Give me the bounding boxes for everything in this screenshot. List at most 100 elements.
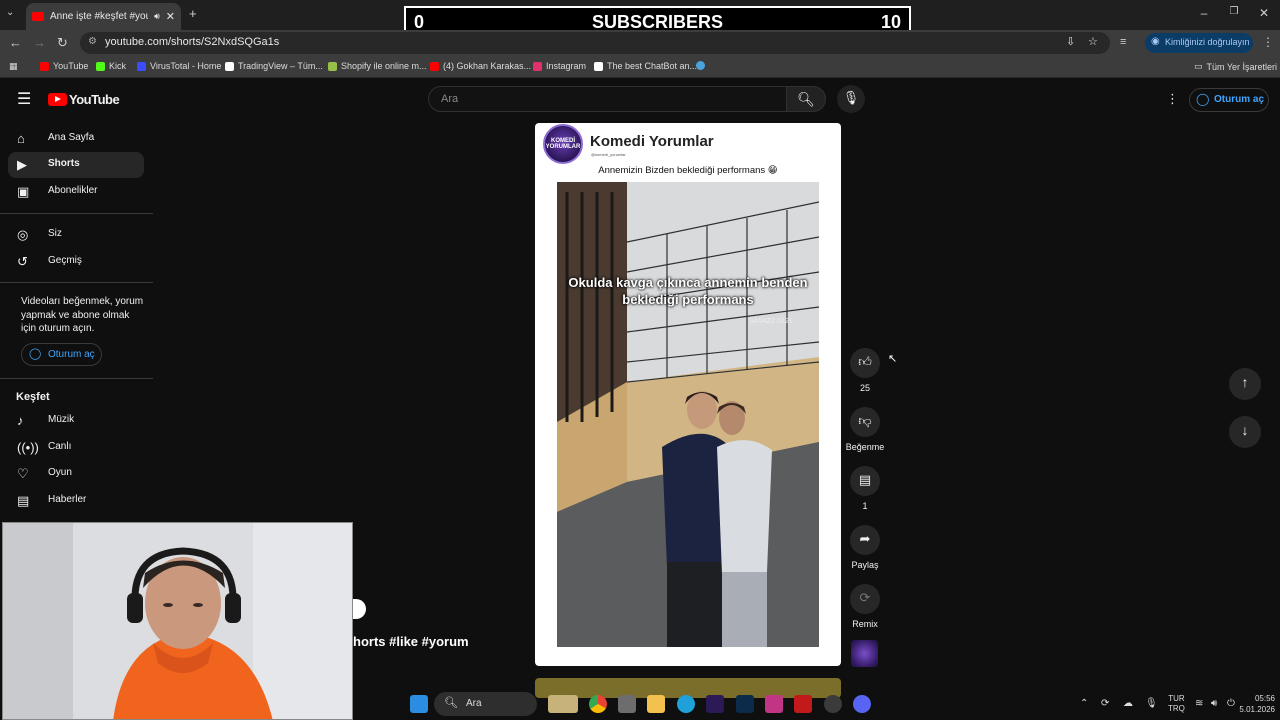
sidebar-item-label: Shorts [48,158,80,169]
remix-button[interactable]: ⟳ Remix [848,584,882,629]
new-tab-icon[interactable]: + [189,6,197,21]
active-tab[interactable]: Anne işte #keşfet #youtube 🔊︎ ✕ [26,3,181,30]
sidebar-item-news[interactable]: ▤ Haberler [8,488,144,514]
bookmark-gokhan[interactable]: (4) Gokhan Karakas... [430,61,531,71]
sidebar-item-gaming[interactable]: ♡ Oyun [8,461,144,487]
youtube-logo[interactable]: YouTube [48,92,120,107]
onedrive-icon[interactable]: ☁ [1123,698,1133,709]
header-signin-button[interactable]: ◯ Oturum aç [1189,88,1269,112]
sidebar-item-subscriptions[interactable]: ▣ Abonelikler [8,179,144,205]
bookmark-kick[interactable]: Kick [96,61,126,71]
settings-menu-icon[interactable]: ⋮ [1166,91,1179,107]
reload-icon[interactable]: ↻ [57,35,68,51]
bookmark-chatbot[interactable]: The best ChatBot an... [594,61,697,71]
clock[interactable]: 05:56 5.01.2026 [1230,693,1275,715]
netflix-icon[interactable] [794,695,812,713]
sidebar-item-music[interactable]: ♪ Müzik [8,408,144,434]
search-input[interactable]: Ara [428,86,787,112]
bookmark-star-icon[interactable]: ☆ [1088,35,1098,48]
bookmark-shopify[interactable]: Shopify ile online m... [328,61,427,71]
chrome-menu-icon[interactable]: ⋮ [1262,35,1274,49]
speaker-icon[interactable]: 🔊︎ [154,11,160,22]
tab-search-icon[interactable]: ⌄ [6,7,14,18]
clock-date: 5.01.2026 [1239,705,1275,714]
sidebar-item-shorts[interactable]: ▶ Shorts [8,152,144,178]
all-bookmarks[interactable]: ▭ Tüm Yer İşaretleri [1194,61,1277,72]
taskbar-search[interactable]: 🔍︎ Ara [434,692,537,716]
store-icon[interactable] [618,695,636,713]
bookmark-youtube[interactable]: YouTube [40,61,88,71]
taskbar-search-label: Ara [466,698,482,709]
tray-chevron-icon[interactable]: ⌃ [1080,698,1088,709]
comment-icon: ▤ [850,466,880,496]
close-tab-icon[interactable]: ✕ [166,10,175,23]
volume-icon[interactable]: 🔊︎ [1211,698,1217,709]
youtube-logo-text: YouTube [69,92,120,107]
install-icon[interactable]: ⇩ [1066,35,1075,48]
bookmark-label: Shopify ile online m... [341,61,427,71]
bookmark-globe[interactable] [696,61,709,70]
photoshop-icon[interactable] [736,695,754,713]
mic-tray-icon[interactable]: 🎙︎ [1145,698,1158,709]
search-button[interactable]: 🔍︎ [786,86,826,112]
globe-icon [696,61,705,70]
forward-icon[interactable]: → [33,35,46,50]
tab-title: Anne işte #keşfet #youtube [50,11,148,22]
discord-icon[interactable] [853,695,871,713]
hamburger-menu-icon[interactable]: ☰ [17,89,31,109]
tray-app-icon[interactable]: ⟳ [1101,698,1109,709]
bookmark-label: Kick [109,61,127,71]
channel-name[interactable]: Komedi Yorumlar [590,133,714,150]
voice-search-button[interactable]: 🎙︎ [837,85,865,113]
share-icon: ➦ [850,525,880,555]
back-icon[interactable]: ← [9,35,22,50]
sidebar-signin-button[interactable]: ◯ Oturum aç [21,343,102,366]
previous-short-button[interactable]: ↑ [1229,368,1261,400]
bookmark-virustotal[interactable]: VirusTotal - Home [137,61,221,71]
bookmark-instagram[interactable]: Instagram [533,61,586,71]
dislike-button[interactable]: 👎︎ Beğenme [845,407,885,452]
like-button[interactable]: 👍︎ 25 [848,348,882,393]
arrow-up-icon: ↑ [1241,374,1249,390]
bookmarks-bar: ▦ YouTube Kick VirusTotal - Home Trading… [0,56,1280,78]
apps-grid-icon[interactable]: ▦ [9,61,18,72]
explore-heading: Keşfet [16,391,50,403]
lang-bottom: TRQ [1168,704,1185,713]
close-window-icon[interactable]: ✕ [1249,6,1279,20]
sidebar-item-home[interactable]: ⌂ Ana Sayfa [8,126,144,152]
chrome-icon[interactable] [589,695,607,713]
like-count: 25 [859,383,870,393]
kick-icon [96,61,105,71]
windows-start-icon[interactable] [410,695,428,713]
channel-thumbnail-icon[interactable] [851,640,878,667]
wifi-icon[interactable]: ≋ [1195,698,1203,709]
file-explorer-icon[interactable] [647,695,665,713]
verify-identity-button[interactable]: ◉ Kimliğinizi doğrulayın [1145,33,1253,53]
comments-button[interactable]: ▤ 1 [848,466,882,511]
edge-icon[interactable] [677,695,695,713]
instagram-app-icon[interactable] [765,695,783,713]
input-language[interactable]: TUR TRQ [1168,694,1185,714]
sidebar-item-history[interactable]: ↺ Geçmiş [8,249,144,275]
short-title[interactable]: horts #like #yorum [353,634,469,649]
header-signin-label: Oturum aç [1214,94,1265,105]
remix-label: Remix [852,619,878,629]
play-pause-icon[interactable] [353,599,366,619]
premiere-icon[interactable] [706,695,724,713]
reading-list-icon[interactable]: ≡ [1120,36,1126,48]
restore-icon[interactable]: ❐ [1219,6,1249,17]
widgets-icon[interactable] [548,695,578,713]
next-short-button[interactable]: ↓ [1229,416,1261,448]
sidebar-item-live[interactable]: ((•)) Canlı [8,435,144,461]
minimize-icon[interactable]: – [1189,6,1219,20]
video-frame[interactable]: Okulda kavga çıkınca annemin benden bekl… [557,182,819,647]
obs-icon[interactable] [824,695,842,713]
url-field[interactable]: ⚙ youtube.com/shorts/S2NxdSQGa1s ⇩ ☆ [80,32,1110,54]
share-button[interactable]: ➦ Paylaş [848,525,882,570]
channel-avatar[interactable]: KOMEDİ YORUMLAR [543,124,583,164]
sidebar-item-you[interactable]: ◎ Siz [8,222,144,248]
subscriptions-icon: ▣ [17,184,30,199]
bookmark-tradingview[interactable]: TradingView – Tüm... [225,61,323,71]
short-video-card[interactable]: KOMEDİ YORUMLAR Komedi Yorumlar @komedi_… [535,123,841,666]
site-info-icon[interactable]: ⚙ [88,36,97,47]
